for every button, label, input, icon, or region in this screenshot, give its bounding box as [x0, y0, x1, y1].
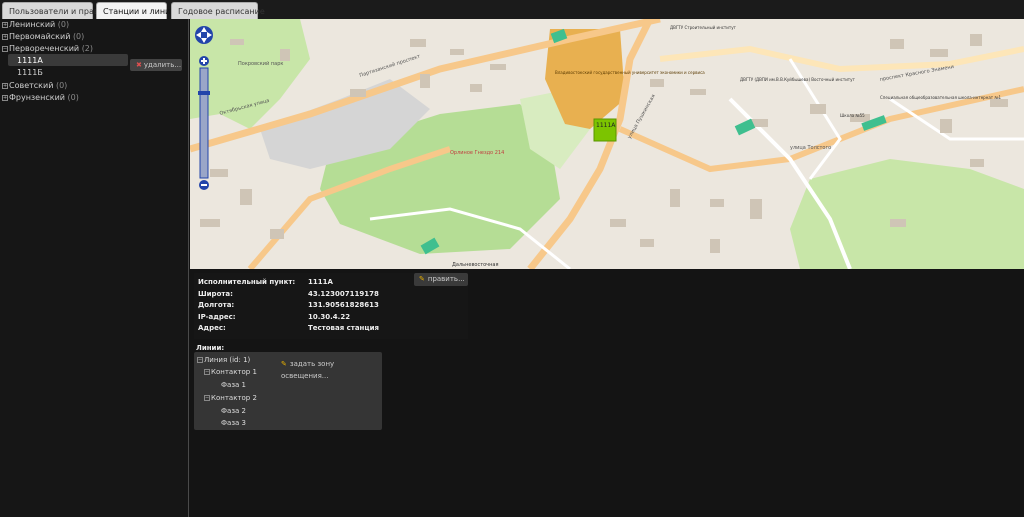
pencil-icon: ✎ [419, 275, 425, 283]
map-navigation-control[interactable] [192, 23, 216, 193]
tree-item-contactor[interactable]: − Контактор 2 [204, 394, 257, 402]
district-tree-panel: + Ленинский (0) + Первомайский (0) − Первор… [0, 19, 189, 517]
collapse-icon[interactable]: − [204, 395, 210, 401]
expand-icon[interactable]: + [2, 94, 8, 101]
map-label: Дальневосточная [452, 262, 498, 268]
map-canvas[interactable]: 1111А Покровский парк Владивостокский го… [190, 19, 1024, 269]
delete-station-button[interactable]: ✖ удалить... [130, 59, 182, 71]
collapse-icon[interactable]: − [2, 45, 8, 52]
info-row: IP-адрес: 10.30.4.22 [198, 313, 351, 321]
map-view[interactable]: 1111А Покровский парк Владивостокский го… [190, 19, 1024, 269]
tree-item-district[interactable]: + Первомайский (0) [2, 31, 84, 42]
tree-item-phase[interactable]: Фаза 1 [221, 381, 246, 389]
station-marker-label: 1111А [596, 122, 616, 129]
tree-item-line[interactable]: − Линия (id: 1) [197, 356, 250, 364]
tab-users-rights[interactable]: Пользователи и права [2, 2, 104, 19]
info-row: Широта: 43.123007119178 [198, 290, 379, 298]
map-label: ДВГТУ (ДВПИ им.В.В.Куйбышева) Восточный … [740, 77, 855, 82]
zoom-slider-handle[interactable] [198, 91, 210, 95]
tree-item-phase[interactable]: Фаза 3 [221, 419, 246, 427]
expand-icon[interactable]: + [2, 21, 8, 28]
map-label: Школа №55 [840, 113, 865, 118]
tree-item-station[interactable]: 1111А [17, 55, 43, 66]
expand-icon[interactable]: + [2, 33, 8, 40]
map-label: ДВГТУ Строительный институт [670, 25, 737, 30]
delete-icon: ✖ [136, 61, 142, 69]
tree-item-contactor[interactable]: − Контактор 1 [204, 368, 257, 376]
edit-station-button[interactable]: ✎ править... [414, 273, 468, 286]
tree-item-station[interactable]: 1111Б [17, 67, 43, 78]
expand-icon[interactable]: + [2, 82, 8, 89]
tree-item-district[interactable]: + Фрунзенский (0) [2, 92, 79, 103]
set-lighting-zone-button[interactable]: ✎ задать зону освещения... [278, 358, 380, 380]
tree-item-district[interactable]: + Ленинский (0) [2, 19, 69, 30]
tab-bar: Пользователи и права Станции и линии Год… [0, 0, 1024, 19]
pencil-icon: ✎ [281, 360, 287, 368]
map-label: Покровский парк [238, 60, 283, 67]
info-row: Долгота: 131.90561828613 [198, 301, 379, 309]
info-row: Исполнительный пункт: 1111А [198, 278, 333, 286]
collapse-icon[interactable]: − [197, 357, 203, 363]
collapse-icon[interactable]: − [204, 369, 210, 375]
tree-item-district[interactable]: + Советский (0) [2, 80, 67, 91]
map-label: Специальная общеобразовательная школа-ин… [880, 95, 1002, 100]
zoom-slider[interactable] [199, 67, 209, 179]
tab-yearly-schedule[interactable]: Годовое расписание [171, 2, 265, 19]
tree-item-phase[interactable]: Фаза 2 [221, 407, 246, 415]
map-label: Владивостокский государственный универси… [555, 70, 705, 75]
tab-stations-lines[interactable]: Станции и линии [96, 2, 175, 19]
tree-item-district[interactable]: − Первореченский (2) [2, 43, 93, 54]
info-row: Адрес: Тестовая станция [198, 324, 379, 332]
map-label: Орлиное Гнездо 214 [450, 150, 504, 156]
lines-title: Линии: [196, 344, 225, 352]
map-label: улица Толстого [790, 145, 831, 151]
